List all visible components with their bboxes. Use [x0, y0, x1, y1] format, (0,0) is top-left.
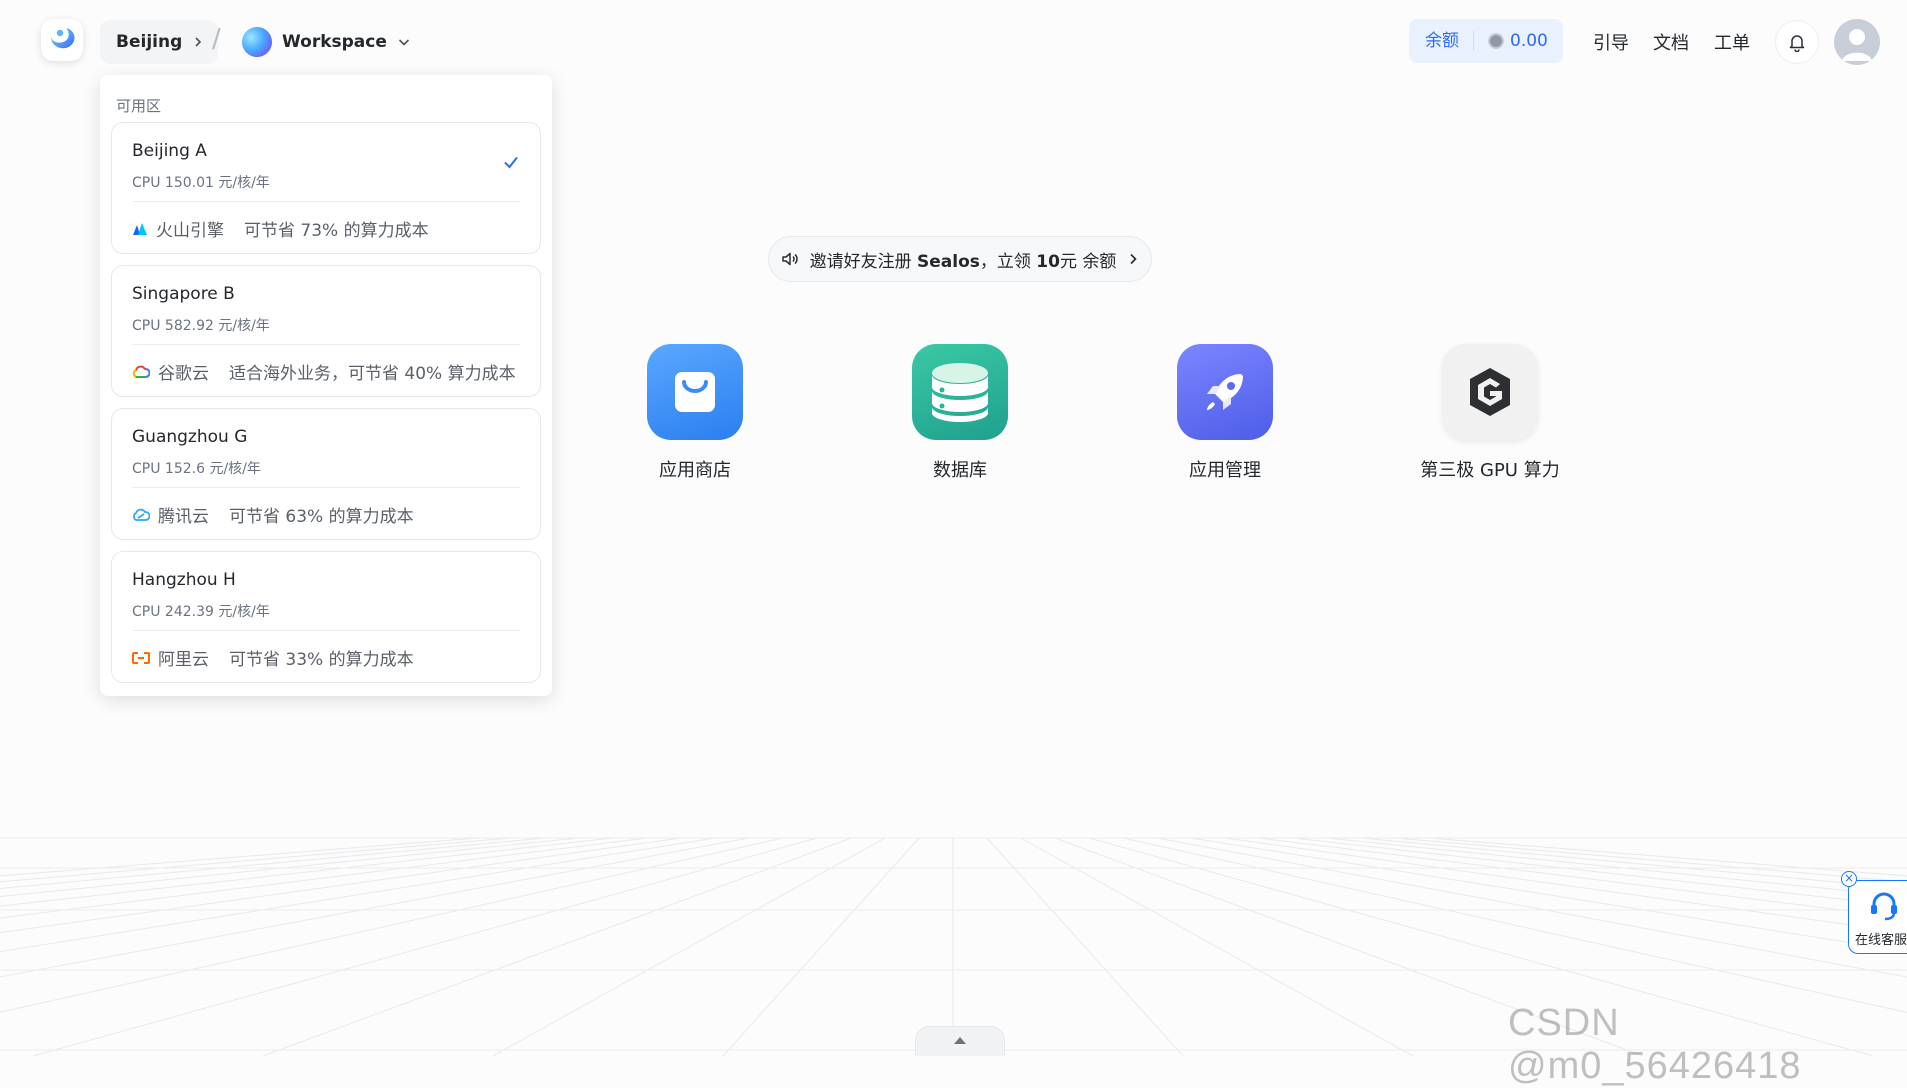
speaker-icon — [781, 252, 798, 266]
app-label: 数据库 — [933, 460, 987, 481]
zone-provider-row: 阿里云 可节省 33% 的算力成本 — [132, 645, 414, 670]
balance-amount: 0.00 — [1510, 31, 1548, 51]
zone-price: CPU 152.6 元/核/年 — [132, 461, 261, 477]
region-selector[interactable]: Beijing — [100, 20, 219, 64]
provider-note: 适合海外业务，可节省 40% 算力成本 — [229, 364, 516, 384]
invite-banner[interactable]: 邀请好友注册 Sealos，立领 10元 余额 — [768, 236, 1152, 282]
user-avatar[interactable] — [1834, 19, 1880, 65]
chevron-right-icon — [195, 37, 202, 47]
dropdown-title: 可用区 — [116, 97, 162, 115]
chevron-right-icon — [1130, 253, 1138, 265]
shopping-bag-icon — [647, 344, 743, 440]
app-label: 第三极 GPU 算力 — [1420, 460, 1560, 481]
workspace-label: Workspace — [282, 32, 387, 52]
chevron-down-icon — [398, 39, 409, 46]
invite-text: 邀请好友注册 Sealos，立领 10元 余额 — [809, 251, 1117, 272]
grid-line — [0, 837, 648, 919]
grid-line — [0, 837, 750, 978]
provider-logo-icon — [132, 365, 150, 379]
zone-price: CPU 150.01 元/核/年 — [132, 175, 270, 191]
app-gpu[interactable]: 第三极 GPU 算力 — [1400, 344, 1580, 482]
region-dropdown: 可用区 Beijing A CPU 150.01 元/核/年火山引擎 可节省 73%… — [100, 75, 552, 696]
grid-line — [0, 837, 512, 883]
provider-logo-icon — [132, 651, 150, 664]
caret-up-icon — [954, 1037, 966, 1044]
breadcrumb-separator: / — [212, 24, 221, 54]
grid-line — [0, 837, 614, 907]
provider-name: 火山引擎 — [156, 221, 224, 241]
app-label: 应用商店 — [659, 460, 731, 481]
zone-option[interactable]: Hangzhou H CPU 242.39 元/核/年阿里云 可节省 33% 的算力… — [111, 551, 541, 683]
balance-label: 余额 — [1409, 31, 1474, 51]
nav-guide-link[interactable]: 引导 — [1593, 29, 1629, 55]
zone-option[interactable]: Singapore B CPU 582.92 元/核/年谷歌云 适合海外业务，可节省… — [111, 265, 541, 397]
zone-price: CPU 582.92 元/核/年 — [132, 318, 270, 334]
support-label: 在线客服 — [1855, 933, 1907, 948]
check-icon — [504, 156, 518, 169]
grid-line — [492, 837, 886, 1056]
grid-line — [0, 837, 716, 953]
sealos-logo[interactable] — [41, 19, 83, 61]
zone-option[interactable]: Beijing A CPU 150.01 元/核/年火山引擎 可节省 73% 的算力… — [111, 122, 541, 254]
zone-option[interactable]: Guangzhou G CPU 152.6 元/核/年腾讯云 可节省 63% 的算力… — [111, 408, 541, 540]
nav-docs-link[interactable]: 文档 — [1653, 29, 1689, 55]
grid-line — [32, 837, 818, 1056]
nav-ticket-link[interactable]: 工单 — [1714, 29, 1750, 55]
headset-icon — [1871, 892, 1897, 921]
zone-name: Beijing A — [132, 141, 207, 161]
provider-name: 阿里云 — [158, 650, 209, 670]
provider-note: 可节省 33% 的算力成本 — [229, 650, 414, 670]
notification-button[interactable] — [1775, 20, 1819, 64]
divider — [132, 487, 520, 488]
rocket-icon — [1177, 344, 1273, 440]
grid-line — [0, 837, 682, 934]
workspace-selector[interactable]: Workspace — [242, 20, 411, 64]
zone-provider-row: 火山引擎 可节省 73% 的算力成本 — [132, 216, 429, 241]
grid-line — [0, 837, 546, 890]
zone-name: Guangzhou G — [132, 427, 248, 447]
online-support-widget[interactable]: 在线客服 — [1848, 880, 1907, 954]
divider — [132, 201, 520, 202]
divider — [132, 344, 520, 345]
coin-icon — [1488, 33, 1504, 49]
balance-value: 0.00 — [1474, 31, 1548, 51]
database-icon — [912, 344, 1008, 440]
watermark: CSDN @m0_56426418 — [1508, 1002, 1802, 1087]
grid-line — [722, 837, 920, 1056]
region-label: Beijing — [116, 32, 183, 52]
balance-widget[interactable]: 余额 0.00 — [1409, 19, 1563, 63]
provider-logo-icon — [132, 222, 148, 236]
grid-line — [0, 837, 580, 898]
g-logo-icon — [1442, 344, 1538, 440]
divider — [132, 630, 520, 631]
bell-icon — [1789, 35, 1805, 52]
provider-note: 可节省 73% 的算力成本 — [244, 221, 429, 241]
grid-line — [0, 837, 478, 877]
zone-provider-row: 谷歌云 适合海外业务，可节省 40% 算力成本 — [132, 359, 516, 384]
workspace-avatar — [242, 27, 272, 57]
grid-line — [986, 837, 1184, 1056]
zone-price: CPU 242.39 元/核/年 — [132, 604, 270, 620]
app-label: 应用管理 — [1189, 460, 1261, 481]
provider-note: 可节省 63% 的算力成本 — [229, 507, 414, 527]
user-icon — [1842, 29, 1872, 61]
grid-line — [0, 837, 784, 1013]
provider-name: 谷歌云 — [158, 364, 209, 384]
sealos-logo-icon — [51, 28, 75, 49]
app-database[interactable]: 数据库 — [870, 344, 1050, 482]
zone-name: Hangzhou H — [132, 570, 236, 590]
close-support-button[interactable]: × — [1841, 871, 1857, 887]
dock-toggle[interactable] — [915, 1026, 1005, 1056]
app-app-manager[interactable]: 应用管理 — [1135, 344, 1315, 482]
grid-line — [1020, 837, 1414, 1056]
zone-provider-row: 腾讯云 可节省 63% 的算力成本 — [132, 502, 414, 527]
grid-line — [262, 837, 852, 1056]
app-app-store[interactable]: 应用商店 — [605, 344, 785, 482]
zone-name: Singapore B — [132, 284, 235, 304]
provider-logo-icon — [132, 508, 150, 522]
provider-name: 腾讯云 — [158, 507, 209, 527]
